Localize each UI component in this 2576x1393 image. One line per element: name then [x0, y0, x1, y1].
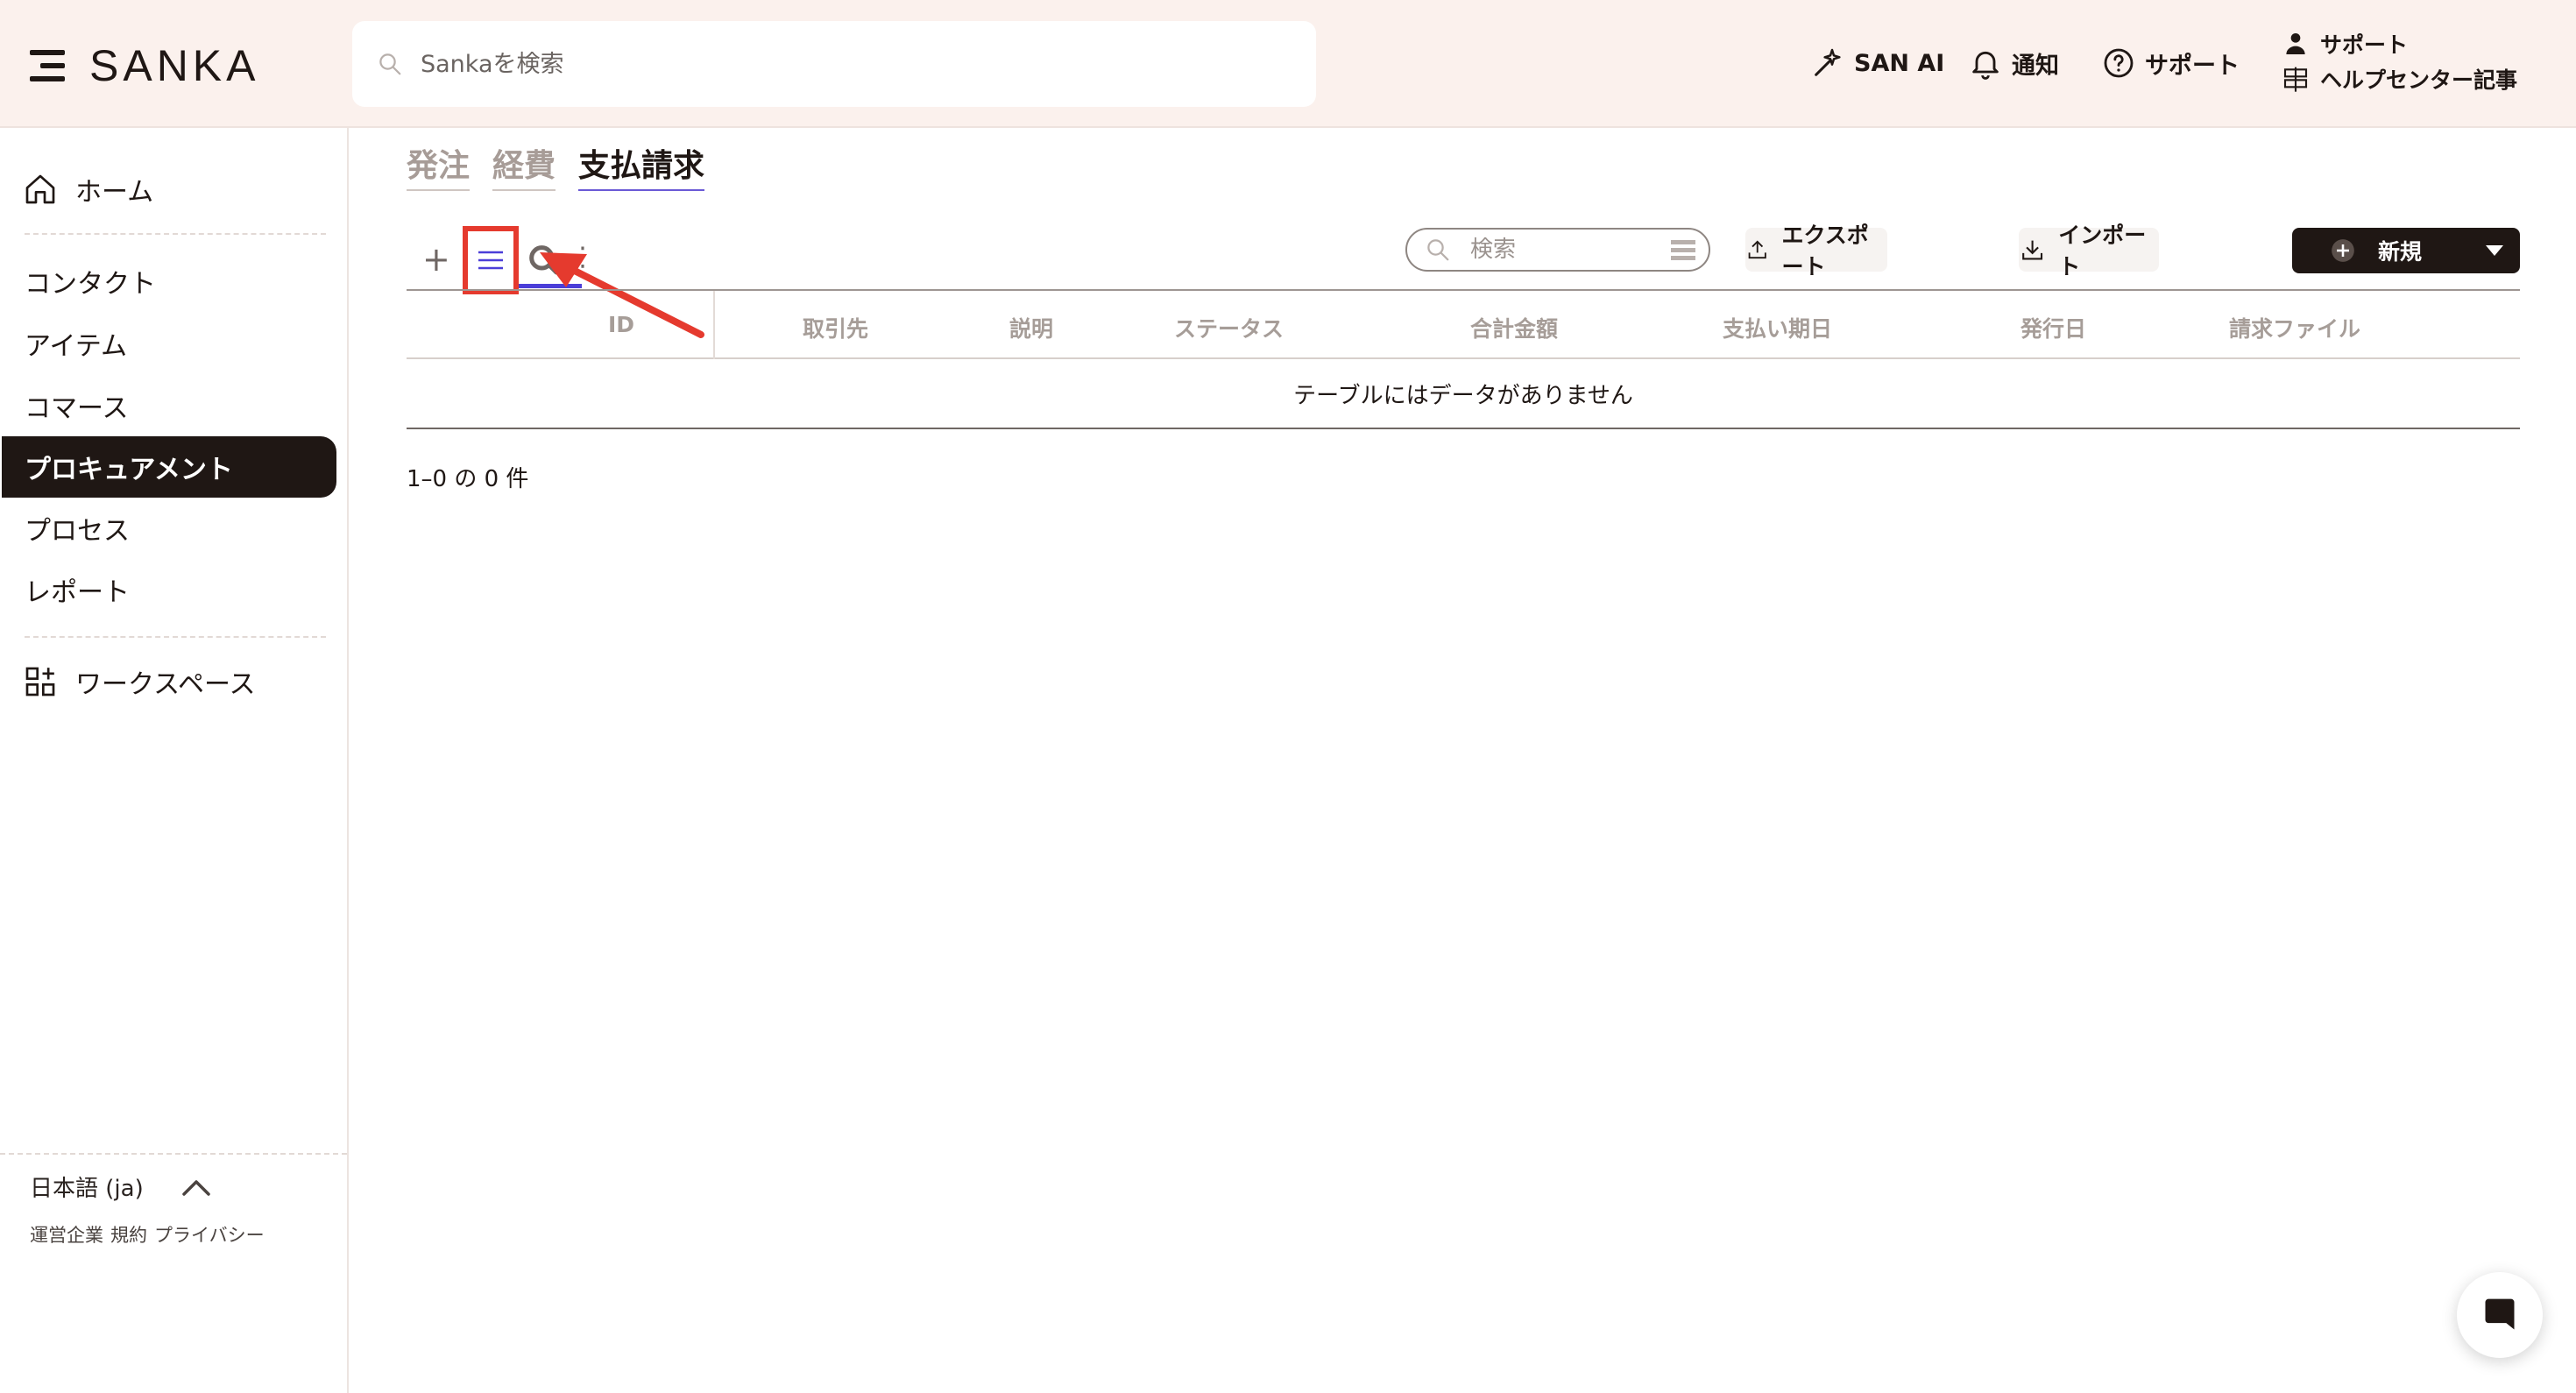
filter-icon[interactable]	[1670, 238, 1696, 263]
sidebar-item-label: アイテム	[25, 331, 127, 362]
san-ai-button[interactable]: SAN AI	[1810, 44, 1944, 82]
sidebar: ホーム コンタクト アイテム コマース プロキュアメント プロセス レポート ワ…	[0, 128, 349, 1393]
menu-icon[interactable]	[30, 46, 67, 85]
sidebar-item-label: コマース	[25, 393, 129, 424]
chat-icon	[2485, 1298, 2515, 1330]
sidebar-item-label: コンタクト	[25, 269, 156, 300]
export-button[interactable]: エクスポート	[1745, 223, 1887, 279]
sidebar-item-contacts[interactable]: コンタクト	[2, 251, 336, 312]
bills-table: ID 取引先 説明 ステータス 合計金額 支払い期日 発行日 請求ファイル テー…	[407, 289, 2520, 429]
help-center-label: ヘルプセンター記事	[2320, 67, 2518, 93]
tab-expenses[interactable]: 経費	[492, 140, 556, 191]
new-record-button[interactable]: 新規	[2292, 228, 2520, 273]
sidebar-item-label: プロキュアメント	[25, 455, 233, 485]
sidebar-item-process[interactable]: プロセス	[2, 498, 336, 559]
help-support-link[interactable]: サポート	[2282, 26, 2517, 61]
export-label: エクスポート	[1781, 223, 1869, 279]
help-center-link[interactable]: ヘルプセンター記事	[2282, 61, 2517, 96]
sidebar-item-reports[interactable]: レポート	[2, 559, 336, 620]
help-support-label: サポート	[2320, 32, 2409, 58]
chevron-up-icon	[181, 1179, 210, 1196]
company-link[interactable]: 運営企業	[30, 1221, 103, 1248]
sidebar-item-label: レポート	[25, 577, 130, 608]
table-search-input[interactable]	[1470, 237, 1645, 263]
new-label: 新規	[2378, 239, 2423, 265]
import-button[interactable]: インポート	[2019, 223, 2159, 279]
module-tabs: 発注 経費 支払請求	[407, 140, 705, 191]
table-header: ID 取引先 説明 ステータス 合計金額 支払い期日 発行日 請求ファイル	[407, 289, 2520, 359]
brand-name: SANKA	[89, 41, 260, 90]
home-icon	[25, 174, 55, 204]
list-icon	[478, 251, 503, 270]
chat-button[interactable]	[2457, 1272, 2543, 1358]
search-icon	[379, 53, 401, 75]
sidebar-item-workspace[interactable]: ワークスペース	[23, 662, 256, 701]
support-button[interactable]: サポート	[2101, 44, 2240, 82]
terms-link[interactable]: 規約	[110, 1221, 147, 1248]
tab-bills[interactable]: 支払請求	[578, 140, 705, 191]
question-circle-icon	[2104, 48, 2134, 78]
sidebar-item-label: ワークスペース	[75, 669, 256, 700]
empty-table-message: テーブルにはデータがありません	[407, 359, 2520, 429]
caret-down-icon[interactable]	[2485, 244, 2504, 258]
import-label: インポート	[2058, 223, 2147, 279]
column-header-total[interactable]: 合計金額	[1470, 312, 1558, 343]
sidebar-footer-divider	[0, 1153, 347, 1155]
support-label: サポート	[2145, 52, 2240, 80]
logo[interactable]: SANKA	[30, 40, 260, 91]
download-icon	[2022, 240, 2043, 260]
footer-links: 運営企業 規約 プライバシー	[30, 1221, 265, 1248]
column-header-description[interactable]: 説明	[1009, 312, 1053, 343]
apps-grid-icon	[25, 667, 55, 696]
notifications-label: 通知	[2012, 52, 2059, 80]
sidebar-item-label: プロセス	[25, 516, 130, 547]
column-header-due-date[interactable]: 支払い期日	[1723, 312, 1832, 343]
top-bar: SANKA SAN AI 通知	[0, 0, 2576, 128]
table-search-box[interactable]	[1405, 228, 1710, 272]
view-toolbar: + ⋮ エクスポート	[407, 223, 2520, 294]
notifications-button[interactable]: 通知	[1968, 44, 2059, 82]
column-header-vendor[interactable]: 取引先	[803, 312, 868, 343]
privacy-link[interactable]: プライバシー	[154, 1221, 265, 1248]
sidebar-item-home[interactable]: ホーム	[23, 170, 153, 209]
person-icon	[2286, 33, 2305, 54]
magic-wand-icon	[1815, 48, 1841, 76]
sidebar-item-items[interactable]: アイテム	[2, 313, 336, 374]
global-search-bar[interactable]	[352, 21, 1316, 107]
column-header-bill-file[interactable]: 請求ファイル	[2229, 312, 2360, 343]
column-header-id[interactable]: ID	[608, 312, 634, 337]
san-ai-label: SAN AI	[1854, 49, 1945, 77]
tab-purchase-orders[interactable]: 発注	[407, 140, 471, 191]
language-label: 日本語 (ja)	[30, 1176, 144, 1202]
language-selector[interactable]: 日本語 (ja)	[30, 1170, 214, 1203]
search-icon	[1427, 239, 1449, 261]
bell-icon	[1972, 51, 1999, 80]
upload-icon	[1748, 240, 1766, 259]
sidebar-item-commerce[interactable]: コマース	[2, 375, 336, 436]
list-view-button[interactable]	[463, 226, 519, 294]
global-search-input[interactable]	[421, 50, 1209, 78]
signpost-icon	[2283, 67, 2308, 92]
sidebar-item-label: ホーム	[75, 177, 154, 208]
add-view-button[interactable]: +	[422, 240, 450, 279]
sidebar-divider	[25, 636, 326, 638]
plus-circle-icon	[2332, 239, 2354, 262]
pagination-info: 1–0 の 0 件	[407, 466, 529, 492]
column-header-issue-date[interactable]: 発行日	[2020, 312, 2086, 343]
column-separator	[713, 291, 715, 359]
column-header-status[interactable]: ステータス	[1174, 312, 1284, 343]
help-links: サポート ヘルプセンター記事	[2282, 26, 2517, 96]
sidebar-divider	[25, 233, 326, 235]
sidebar-item-procurement[interactable]: プロキュアメント	[2, 436, 336, 498]
